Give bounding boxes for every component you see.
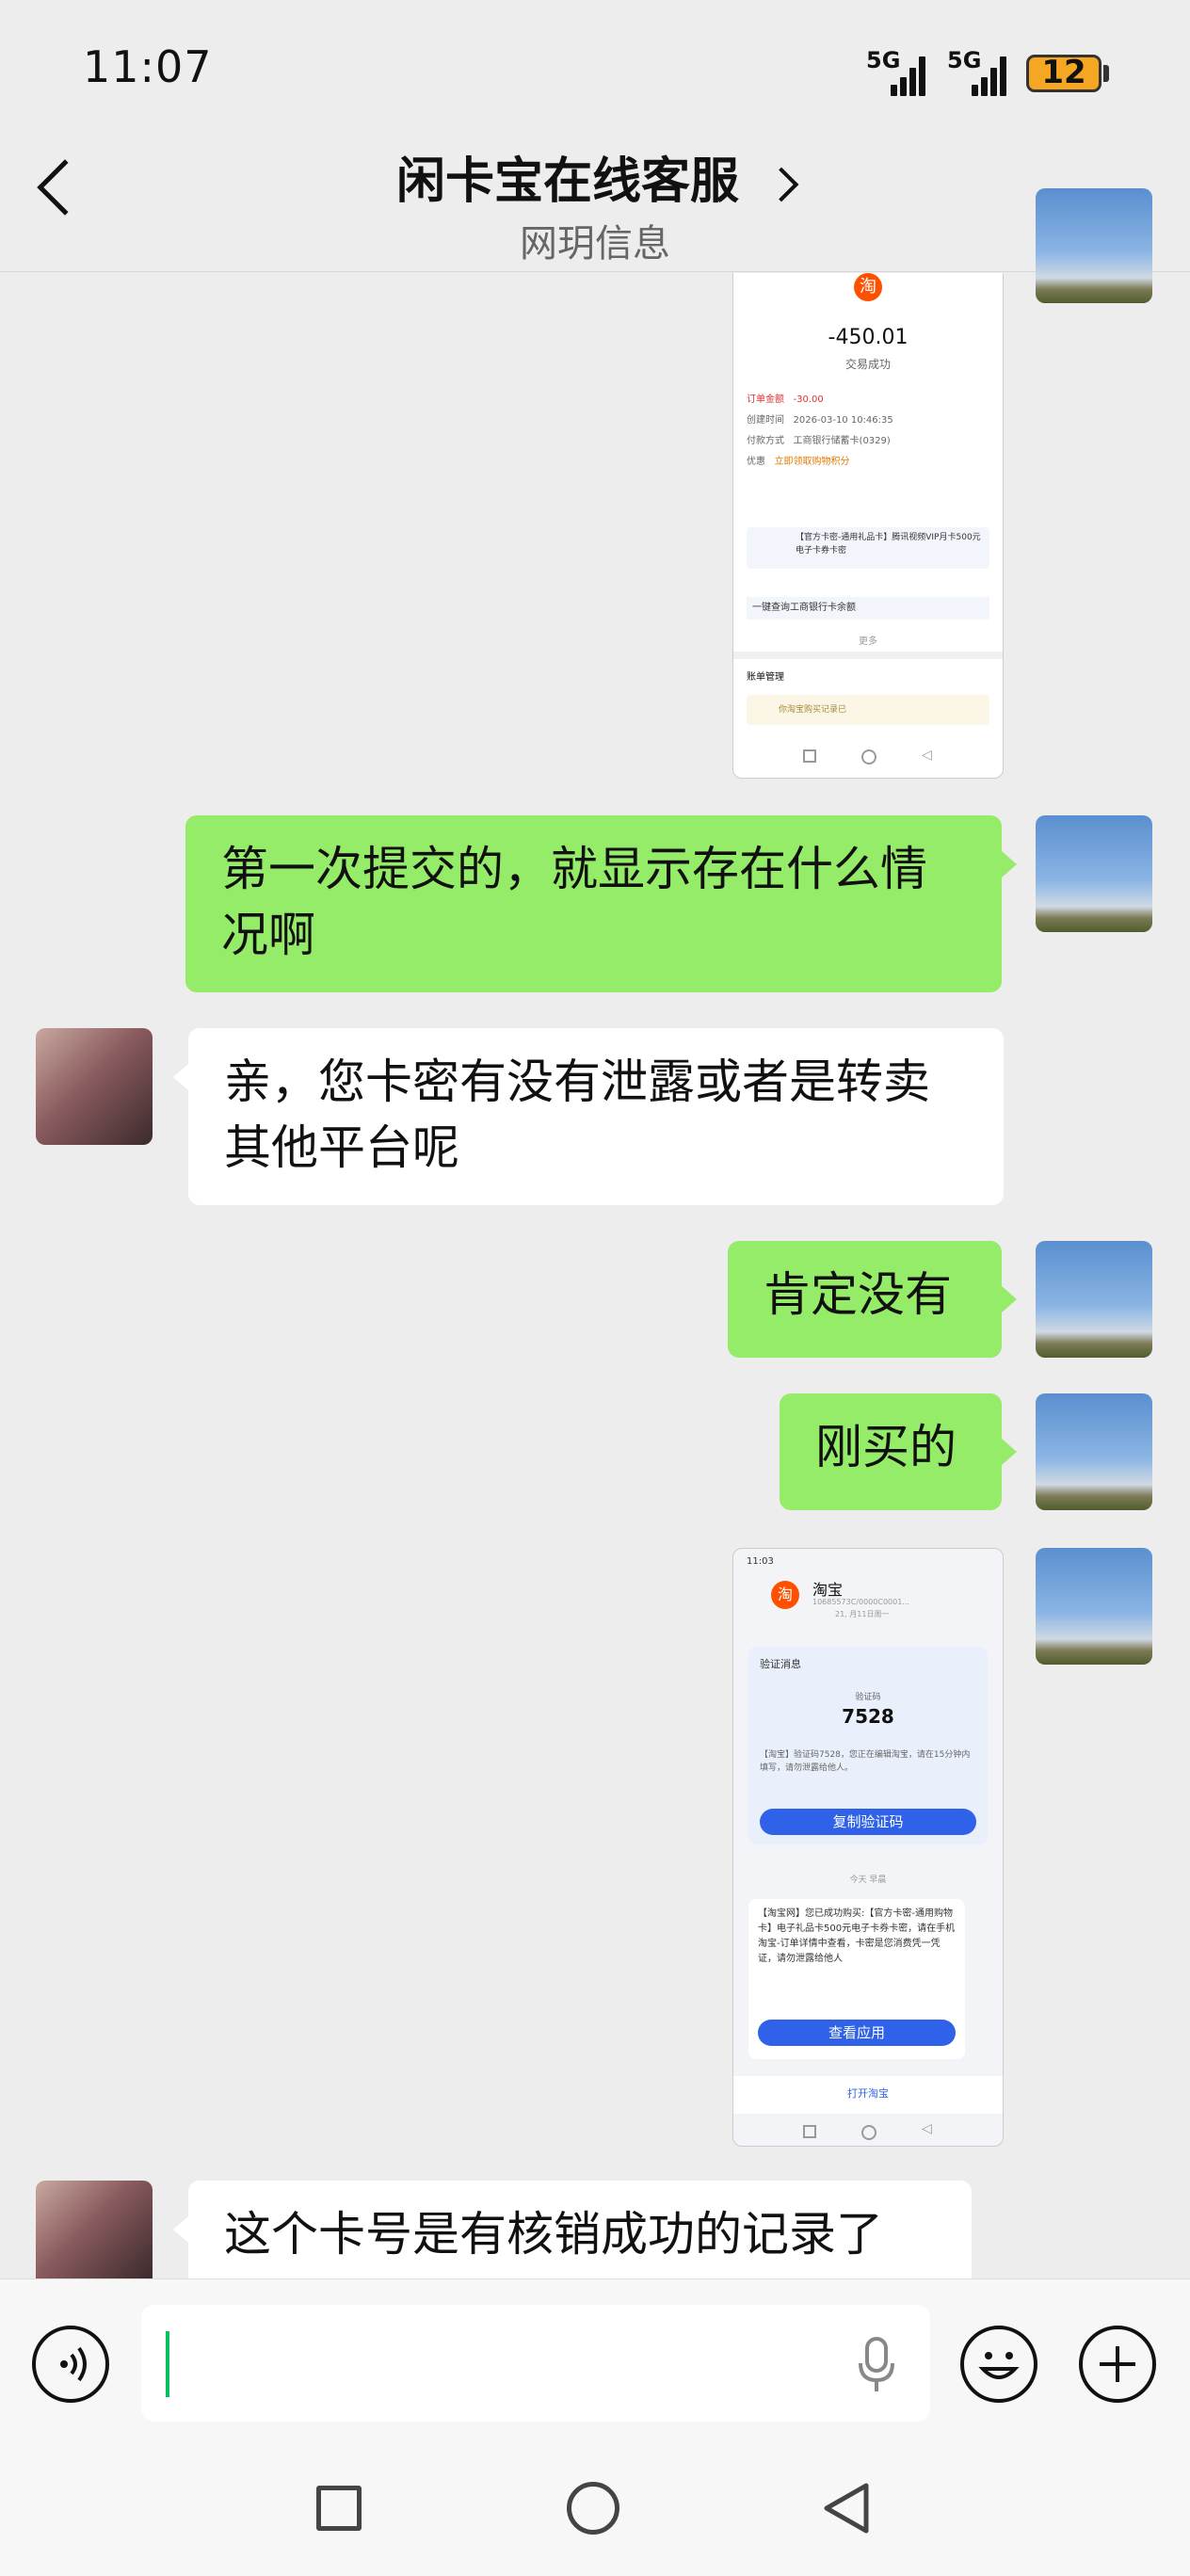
more-link: 更多	[859, 636, 877, 647]
row-value: 工商银行储蓄卡(0329)	[793, 436, 891, 446]
sms-sender: 淘宝	[812, 1581, 844, 1599]
sms-bottom-bar: 打开淘宝	[733, 2076, 1003, 2114]
message-text: 刚买的	[815, 1420, 957, 1474]
row-value: 立即领取购物积分	[774, 457, 850, 467]
row-value: 2026-03-10 10:46:35	[793, 415, 893, 426]
agent-avatar[interactable]	[36, 1028, 153, 1145]
bill-section-title: 账单管理	[747, 672, 784, 683]
payment-status: 交易成功	[844, 358, 891, 371]
payment-amount: -450.01	[828, 326, 909, 349]
code-label: 验证码	[855, 1693, 881, 1702]
back-triangle-icon	[824, 2483, 869, 2534]
row-label: 订单金额	[747, 394, 784, 405]
message-text: 这个卡号是有核销成功的记录了	[224, 2207, 883, 2262]
text-cursor	[166, 2331, 169, 2397]
verify-title: 验证消息	[760, 1658, 801, 1670]
message-bubble-sent[interactable]: 肯定没有	[728, 1241, 1002, 1358]
battery-tip	[1103, 65, 1109, 82]
agent-avatar[interactable]	[36, 2181, 153, 2278]
payment-screenshot-image[interactable]: 淘 -450.01 交易成功 订单金额 -30.00 创建时间 2026-03-…	[732, 273, 1004, 779]
message-bubble-received[interactable]: 亲，您卡密有没有泄露或者是转卖 其他平台呢	[188, 1028, 1004, 1205]
open-taobao-link: 打开淘宝	[847, 2087, 889, 2100]
sms-sender-number: 10685573C/0000C0001...	[812, 1598, 909, 1606]
message-text: 第一次提交的，就显示存在什么情	[221, 842, 927, 896]
bank-balance-row: 一键查询工商银行卡余额	[747, 597, 989, 620]
row-label: 优惠	[747, 457, 765, 467]
message-bubble-sent[interactable]: 刚买的	[780, 1393, 1002, 1510]
chevron-right-icon	[764, 167, 799, 202]
microphone-icon[interactable]	[853, 2335, 900, 2399]
message-text: 肯定没有	[764, 1267, 952, 1322]
header-divider	[0, 271, 1190, 272]
voice-icon	[60, 2346, 87, 2382]
home-icon	[861, 2125, 876, 2140]
copy-code-button: 复制验证码	[760, 1809, 976, 1835]
section-divider	[733, 652, 1003, 659]
view-app-button: 查看应用	[758, 2020, 956, 2046]
chat-subtitle: 网玥信息	[520, 222, 670, 266]
product-row: 【官方卡密-通用礼品卡】腾讯视频VIP月卡500元电子卡券卡密	[747, 527, 989, 569]
row-label: 创建时间	[747, 415, 784, 426]
voice-input-button[interactable]	[32, 2326, 109, 2403]
message-bubble-received[interactable]: 这个卡号是有核销成功的记录了	[188, 2181, 972, 2278]
home-icon	[861, 749, 876, 765]
bubble-tail	[1002, 1286, 1017, 1312]
order-card: 【淘宝网】您已成功购买:【官方卡密-通用购物卡】电子礼品卡500元电子卡券卡密，…	[748, 1899, 965, 2059]
bill-tip: 你淘宝购买记录已	[747, 695, 989, 725]
recent-apps-icon	[803, 2125, 816, 2138]
my-avatar[interactable]	[1036, 1241, 1152, 1358]
back-button[interactable]	[819, 2480, 872, 2540]
bubble-tail	[1002, 851, 1017, 877]
bubble-tail	[1002, 1439, 1017, 1465]
message-text: 亲，您卡密有没有泄露或者是转卖	[224, 1055, 930, 1109]
emoji-button[interactable]	[960, 2326, 1037, 2403]
sms-sender-date: 21, 月11日周一	[835, 1610, 890, 1618]
verify-text: 【淘宝】验证码7528，您正在编辑淘宝，请在15分钟内填写，请勿泄露给他人。	[760, 1750, 971, 1773]
chat-title[interactable]: 闲卡宝在线客服	[0, 141, 1190, 212]
recent-apps-button[interactable]	[316, 2486, 362, 2531]
message-text: 况啊	[221, 908, 315, 962]
verify-code: 7528	[842, 1705, 894, 1728]
back-nav-icon: ◁	[922, 2121, 932, 2136]
chat-title-text: 闲卡宝在线客服	[395, 153, 739, 210]
message-text: 其他平台呢	[224, 1120, 459, 1175]
my-avatar[interactable]	[1036, 1393, 1152, 1510]
row-value: -30.00	[793, 394, 824, 405]
plus-icon	[1100, 2346, 1135, 2382]
bubble-tail	[173, 2216, 188, 2243]
sms-time: 11:03	[747, 1556, 774, 1567]
message-bubble-sent[interactable]: 第一次提交的，就显示存在什么情 况啊	[185, 815, 1002, 992]
payment-detail-rows: 订单金额 -30.00 创建时间 2026-03-10 10:46:35 付款方…	[747, 390, 991, 473]
recent-apps-icon	[803, 749, 816, 763]
back-nav-icon: ◁	[922, 748, 932, 763]
taobao-logo-icon: 淘	[854, 273, 882, 301]
row-label: 付款方式	[747, 436, 784, 446]
home-button[interactable]	[567, 2482, 619, 2535]
message-input[interactable]	[141, 2305, 930, 2422]
sms-screenshot-image[interactable]: 11:03 淘 淘宝 10685573C/0000C0001... 21, 月1…	[732, 1548, 1004, 2147]
taobao-logo-icon: 淘	[771, 1581, 799, 1609]
my-avatar[interactable]	[1036, 815, 1152, 932]
emoji-icon	[978, 2352, 1020, 2379]
bubble-tail	[173, 1064, 188, 1090]
verify-card: 验证消息 验证码 7528 【淘宝】验证码7528，您正在编辑淘宝，请在15分钟…	[748, 1647, 988, 1844]
battery-icon: 12	[1026, 54, 1102, 92]
order-text: 【淘宝网】您已成功购买:【官方卡密-通用购物卡】电子礼品卡500元电子卡券卡密，…	[758, 1908, 956, 1964]
my-avatar[interactable]	[1036, 1548, 1152, 1665]
sms-today-label: 今天 早晨	[849, 1876, 887, 1885]
battery-level: 12	[1041, 54, 1086, 91]
my-avatar[interactable]	[1036, 188, 1152, 303]
status-time: 11:07	[83, 41, 213, 92]
add-more-button[interactable]	[1079, 2326, 1156, 2403]
